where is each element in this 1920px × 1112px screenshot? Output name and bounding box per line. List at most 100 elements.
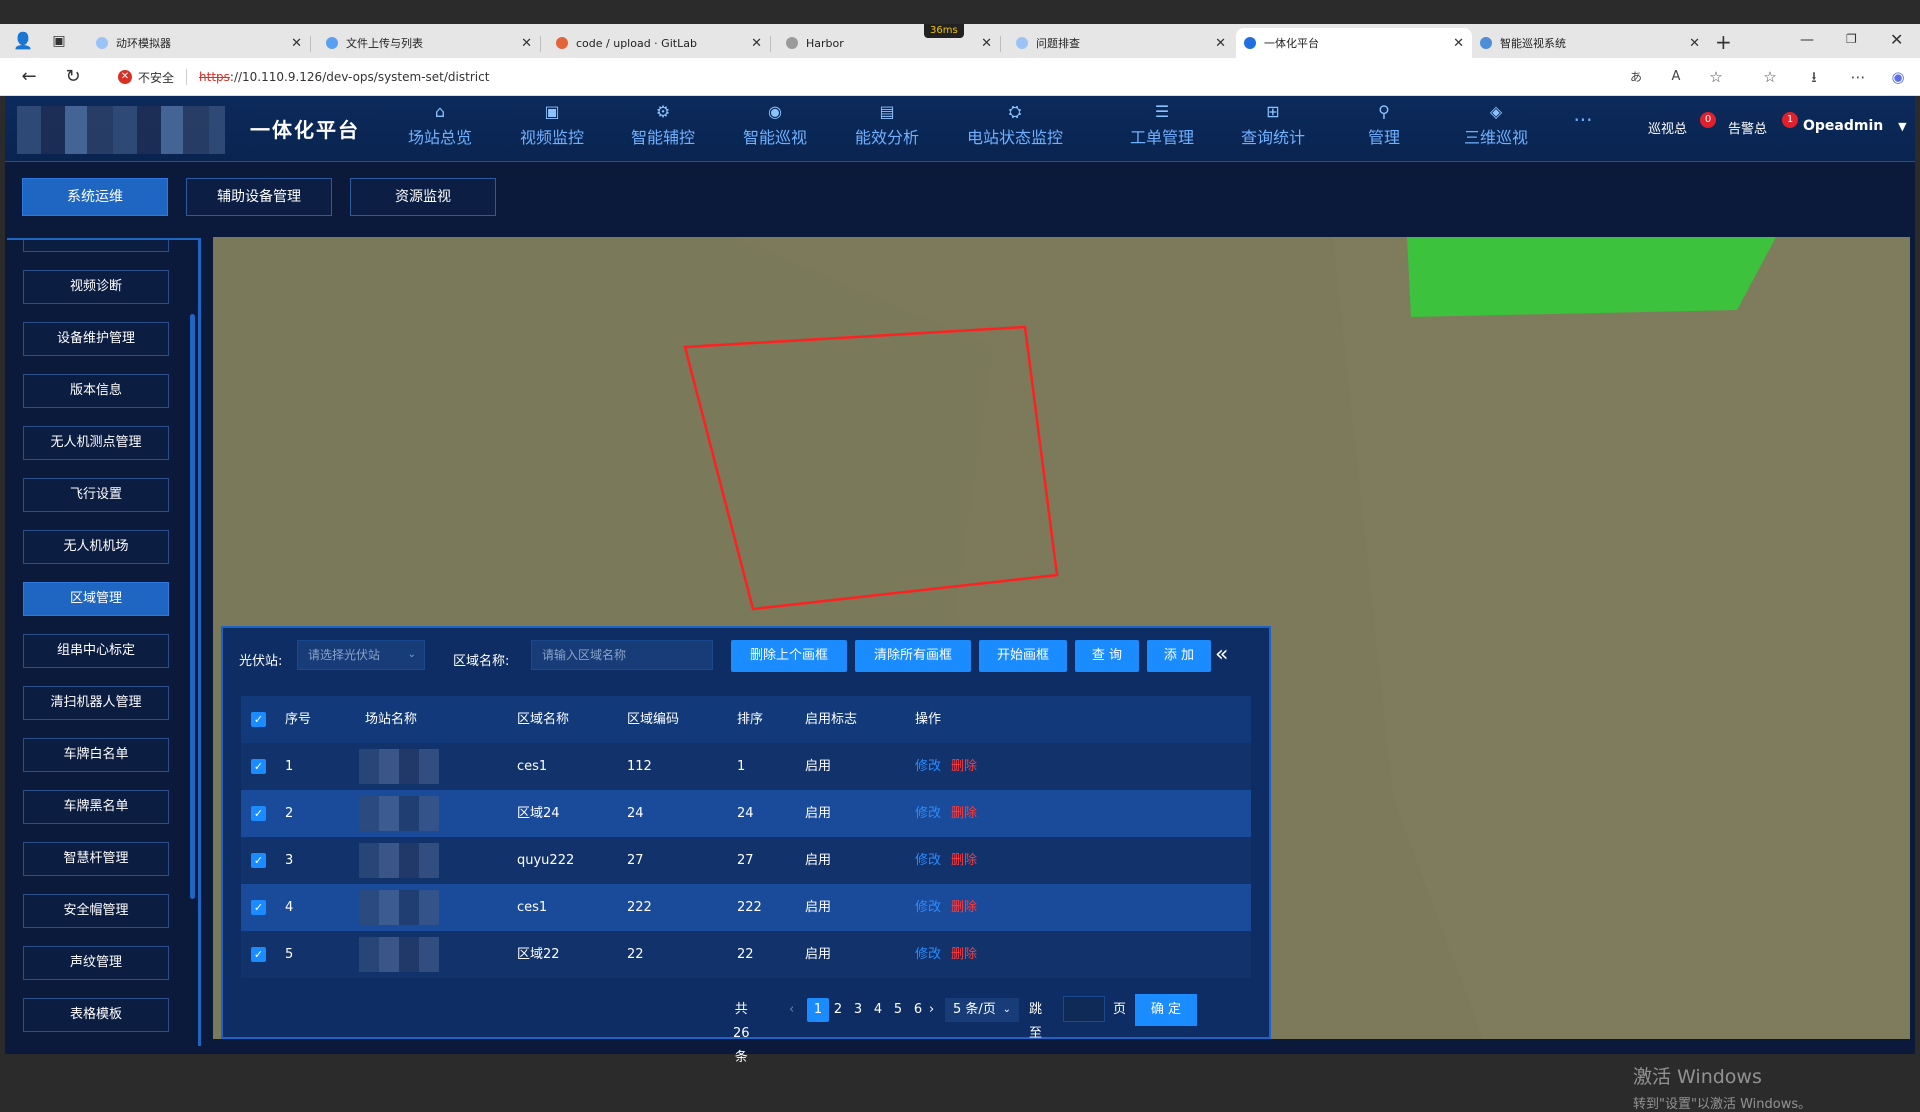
sidebar-item[interactable]: 声纹管理 <box>23 946 169 980</box>
sidebar-item[interactable]: 组串中心标定 <box>23 634 169 668</box>
close-window-button[interactable]: ✕ <box>1890 30 1903 49</box>
delete-link[interactable]: 删除 <box>951 931 977 978</box>
row-checkbox[interactable]: ✓ <box>251 900 266 915</box>
browser-tab[interactable]: 智能巡视系统 ✕ <box>1472 28 1708 58</box>
subtab[interactable]: 系统运维 <box>22 178 168 216</box>
station-select[interactable]: 请选择光伏站 ⌄ <box>297 640 425 670</box>
sidebar-item[interactable]: 表格模板 <box>23 998 169 1032</box>
header-stat[interactable]: 告警总 <box>1728 118 1767 137</box>
tab-close-icon[interactable]: ✕ <box>521 36 532 51</box>
row-checkbox[interactable]: ✓ <box>251 759 266 774</box>
sidebar-item[interactable]: 视频诊断 <box>23 270 169 304</box>
edit-link[interactable]: 修改 <box>915 837 941 884</box>
back-icon[interactable]: ← <box>18 66 40 88</box>
more-menu-icon[interactable]: ⋯ <box>1848 67 1868 87</box>
download-icon[interactable]: ⭳ <box>1804 67 1824 87</box>
delete-link[interactable]: 删除 <box>951 743 977 790</box>
restore-button[interactable]: ❐ <box>1846 32 1857 46</box>
header-stat[interactable]: 巡视总 <box>1648 118 1687 137</box>
jump-page-input[interactable] <box>1063 996 1105 1022</box>
sidebar-item[interactable]: 区域管理 <box>23 582 169 616</box>
subtab[interactable]: 资源监视 <box>350 178 496 216</box>
area-name-input[interactable]: 请输入区域名称 <box>531 640 713 670</box>
add-button[interactable]: 添 加 <box>1147 640 1211 672</box>
reload-icon[interactable]: ↻ <box>62 66 84 88</box>
nav-item[interactable]: ☰ 工单管理 <box>1107 102 1217 158</box>
read-aloud-icon[interactable]: A <box>1666 67 1686 87</box>
delete-link[interactable]: 删除 <box>951 790 977 837</box>
edit-link[interactable]: 修改 <box>915 743 941 790</box>
sidebar-item[interactable]: 安全帽管理 <box>23 894 169 928</box>
start-drawing-button[interactable]: 开始画框 <box>979 640 1067 672</box>
browser-tab[interactable]: 动环模拟器 ✕ <box>88 28 310 58</box>
copilot-icon[interactable]: ◉ <box>1888 67 1908 87</box>
sidebar-scrollbar[interactable] <box>190 314 195 899</box>
nav-item[interactable]: ⛭ 电站状态监控 <box>945 102 1085 158</box>
tab-close-icon[interactable]: ✕ <box>1689 36 1700 51</box>
row-checkbox[interactable]: ✓ <box>251 853 266 868</box>
sidebar-item[interactable]: 车牌黑名单 <box>23 790 169 824</box>
nav-item[interactable]: ◈ 三维巡视 <box>1441 102 1551 158</box>
tab-close-icon[interactable]: ✕ <box>291 36 302 51</box>
delete-link[interactable]: 删除 <box>951 884 977 931</box>
row-checkbox[interactable]: ✓ <box>251 806 266 821</box>
url-field[interactable]: ✕ 不安全 https ://10.110.9.126/dev-ops/syst… <box>118 66 489 88</box>
select-all-checkbox[interactable]: ✓ <box>251 712 266 727</box>
page-number[interactable]: 2 <box>827 998 849 1022</box>
next-page-icon[interactable]: › <box>929 998 934 1022</box>
user-menu[interactable]: Opeadmin ▼ <box>1803 118 1907 134</box>
sidebar-item[interactable]: 无人机测点管理 <box>23 426 169 460</box>
browser-tab[interactable]: code / upload · GitLab ✕ <box>548 28 770 58</box>
browser-tab[interactable]: Harbor ✕ <box>778 28 1000 58</box>
sidebar-item[interactable]: 清扫机器人管理 <box>23 686 169 720</box>
page-size-select[interactable]: 5 条/页 ⌄ <box>945 998 1019 1022</box>
nav-item[interactable]: ⚲ 管理 <box>1329 102 1439 158</box>
page-number[interactable]: 3 <box>847 998 869 1022</box>
sidebar-item[interactable]: 飞行设置 <box>23 478 169 512</box>
page-number[interactable]: 5 <box>887 998 909 1022</box>
page-number[interactable]: 1 <box>807 998 829 1022</box>
tab-close-icon[interactable]: ✕ <box>981 36 992 51</box>
browser-tab[interactable]: 一体化平台 ✕ <box>1236 28 1472 58</box>
favorites-icon[interactable]: ☆ <box>1760 67 1780 87</box>
delete-last-box-button[interactable]: 删除上个画框 <box>731 640 847 672</box>
new-tab-button[interactable]: + <box>1715 30 1732 54</box>
sidebar-item-hidden[interactable] <box>23 240 169 252</box>
collapse-icon[interactable]: « <box>1215 642 1228 668</box>
nav-item[interactable]: ◉ 智能巡视 <box>720 102 830 158</box>
sidebar-item[interactable]: 智慧杆管理 <box>23 842 169 876</box>
tab-close-icon[interactable]: ✕ <box>1453 36 1464 51</box>
green-region[interactable] <box>1407 237 1776 317</box>
translate-icon[interactable]: あ <box>1626 67 1646 87</box>
nav-item[interactable]: ··· <box>1558 102 1608 164</box>
sidebar-item[interactable]: 设备维护管理 <box>23 322 169 356</box>
nav-item[interactable]: ▣ 视频监控 <box>497 102 607 158</box>
nav-item[interactable]: ⊞ 查询统计 <box>1218 102 1328 158</box>
confirm-button[interactable]: 确 定 <box>1135 994 1197 1026</box>
nav-item[interactable]: ⌂ 场站总览 <box>385 102 495 158</box>
profile-icon[interactable]: 👤 <box>12 30 34 52</box>
browser-tab[interactable]: 文件上传与列表 ✕ <box>318 28 540 58</box>
query-button[interactable]: 查 询 <box>1075 640 1139 672</box>
browser-tab[interactable]: 问题排查 ✕ <box>1008 28 1234 58</box>
tab-close-icon[interactable]: ✕ <box>751 36 762 51</box>
edit-link[interactable]: 修改 <box>915 790 941 837</box>
prev-page-icon[interactable]: ‹ <box>789 998 794 1022</box>
nav-item[interactable]: ⚙ 智能辅控 <box>608 102 718 158</box>
tab-actions-icon[interactable]: ▣ <box>48 30 70 52</box>
nav-item[interactable]: ▤ 能效分析 <box>832 102 942 158</box>
sidebar-item[interactable]: 车牌白名单 <box>23 738 169 772</box>
edit-link[interactable]: 修改 <box>915 931 941 978</box>
subtab[interactable]: 辅助设备管理 <box>186 178 332 216</box>
favorite-star-icon[interactable]: ☆ <box>1706 67 1726 87</box>
tab-close-icon[interactable]: ✕ <box>1215 36 1226 51</box>
sidebar-item[interactable]: 无人机机场 <box>23 530 169 564</box>
clear-all-boxes-button[interactable]: 清除所有画框 <box>855 640 971 672</box>
edit-link[interactable]: 修改 <box>915 884 941 931</box>
page-number[interactable]: 6 <box>907 998 929 1022</box>
page-number[interactable]: 4 <box>867 998 889 1022</box>
row-checkbox[interactable]: ✓ <box>251 947 266 962</box>
minimize-button[interactable]: — <box>1800 32 1814 48</box>
delete-link[interactable]: 删除 <box>951 837 977 884</box>
sidebar-item[interactable]: 版本信息 <box>23 374 169 408</box>
